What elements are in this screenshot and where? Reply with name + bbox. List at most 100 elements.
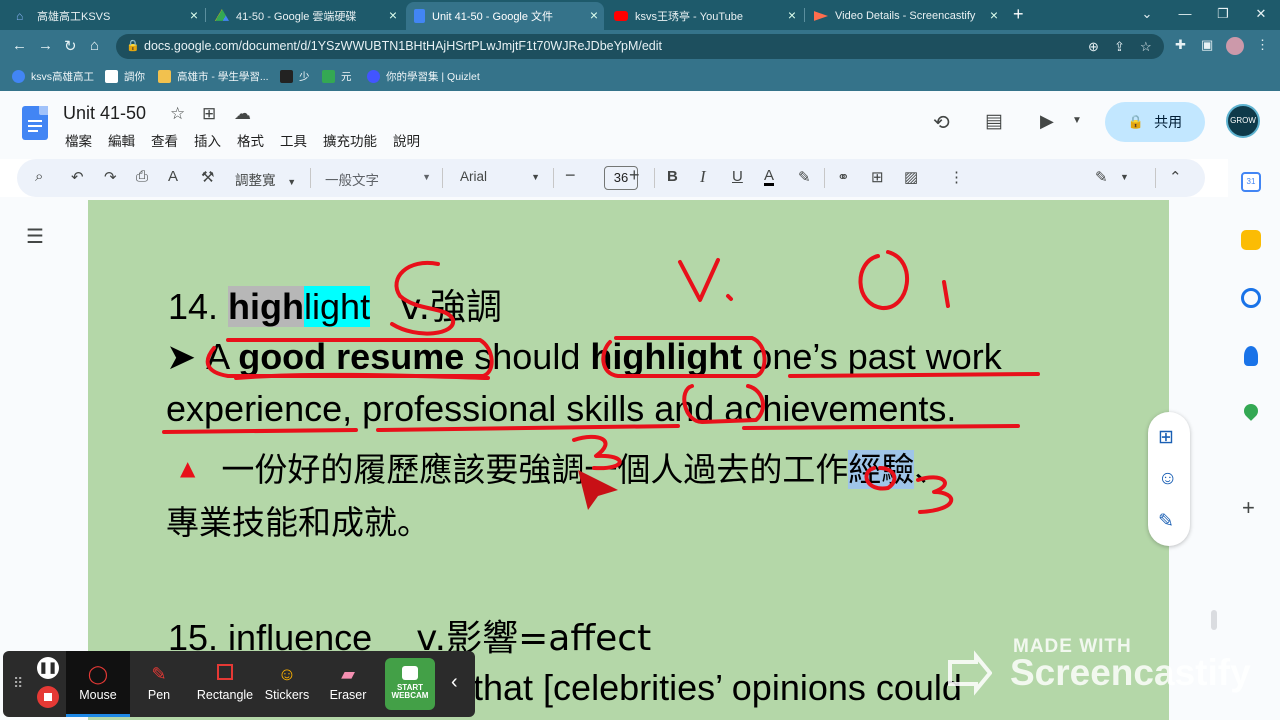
- bookmark-shao[interactable]: 少: [280, 69, 310, 84]
- outline-icon[interactable]: ☰: [26, 224, 44, 249]
- history-icon[interactable]: ⟲: [933, 110, 950, 135]
- menu-extensions[interactable]: 擴充功能: [323, 130, 377, 150]
- text-color-icon[interactable]: A: [764, 168, 775, 186]
- stickers-tool-button[interactable]: ☺ Stickers: [259, 651, 315, 717]
- zoom-select[interactable]: 調整寬 ▼: [235, 169, 296, 189]
- add-addon-icon[interactable]: +: [1242, 495, 1255, 521]
- editing-mode-icon[interactable]: ✎: [1095, 168, 1108, 186]
- add-comment-icon[interactable]: ⊞: [1158, 426, 1174, 449]
- start-webcam-button[interactable]: START WEBCAM: [385, 658, 435, 710]
- cursor-icon: ◯: [87, 664, 109, 684]
- tab-search-icon[interactable]: ⌄: [1128, 0, 1166, 30]
- menu-help[interactable]: 說明: [393, 130, 420, 150]
- move-folder-icon[interactable]: ⊞: [202, 104, 216, 124]
- link-icon[interactable]: ⚭: [837, 168, 850, 186]
- tasks-icon[interactable]: [1241, 288, 1261, 308]
- docs-logo-icon[interactable]: [22, 106, 48, 140]
- tab-youtube[interactable]: ksvs王琇亭 - YouTube ×: [606, 2, 802, 30]
- tab-drive[interactable]: 41-50 - Google 雲端硬碟 ×: [207, 2, 403, 30]
- mouse-tool-button[interactable]: ◯ Mouse: [66, 651, 130, 717]
- underline-icon[interactable]: U: [732, 168, 743, 185]
- close-icon[interactable]: ×: [190, 7, 198, 23]
- close-icon[interactable]: ×: [389, 7, 397, 23]
- suggest-edits-icon[interactable]: ✎: [1158, 510, 1174, 533]
- drag-handle-icon[interactable]: ⠿: [13, 675, 23, 692]
- extensions-icon[interactable]: ✚: [1175, 37, 1186, 53]
- close-icon[interactable]: ×: [788, 7, 796, 23]
- new-tab-button[interactable]: +: [1013, 4, 1024, 25]
- document-title[interactable]: Unit 41-50: [63, 103, 146, 124]
- star-icon[interactable]: ☆: [170, 104, 185, 124]
- bookmark-tiao-ni[interactable]: 調你: [105, 69, 145, 84]
- maps-icon[interactable]: [1241, 401, 1261, 421]
- chevron-down-icon[interactable]: ▼: [1120, 172, 1129, 182]
- zoom-icon[interactable]: ⊕: [1088, 34, 1099, 59]
- bold-icon[interactable]: B: [667, 168, 678, 185]
- chevron-down-icon[interactable]: ▼: [1072, 115, 1082, 126]
- back-icon[interactable]: ←: [12, 37, 27, 54]
- decrease-font-size-button[interactable]: −: [565, 165, 576, 186]
- bookmark-yuan[interactable]: 元: [322, 69, 352, 84]
- forward-icon[interactable]: →: [38, 37, 53, 54]
- sidepanel-icon[interactable]: ▣: [1201, 37, 1213, 53]
- pause-icon[interactable]: ❚❚: [37, 657, 59, 679]
- share-button[interactable]: 🔒 共用: [1105, 102, 1205, 142]
- url-bar[interactable]: 🔒 docs.google.com/document/d/1YSzWWUBTN1…: [116, 34, 1164, 59]
- profile-icon[interactable]: [1226, 37, 1244, 55]
- tab-docs[interactable]: Unit 41-50 - Google 文件 ×: [406, 2, 604, 30]
- close-window-button[interactable]: ✕: [1242, 0, 1280, 30]
- stop-button[interactable]: [37, 686, 59, 708]
- comments-icon[interactable]: ▤: [985, 110, 1003, 133]
- close-icon[interactable]: ×: [590, 7, 598, 23]
- collapse-chevron-icon[interactable]: ‹: [451, 671, 458, 694]
- bookmark-quizlet[interactable]: 你的學習集 | Quizlet: [367, 69, 480, 84]
- rectangle-tool-button[interactable]: Rectangle: [191, 651, 259, 717]
- menu-edit[interactable]: 編輯: [108, 130, 135, 150]
- eraser-tool-button[interactable]: ▰ Eraser: [319, 651, 377, 717]
- bookmark-kaohsiung[interactable]: 高雄市 - 學生學習...: [158, 69, 269, 84]
- restore-button[interactable]: ❐: [1204, 0, 1242, 30]
- keep-icon[interactable]: [1241, 230, 1261, 250]
- scrollbar-thumb[interactable]: [1211, 610, 1217, 630]
- add-emoji-reaction-icon[interactable]: ☺: [1158, 468, 1177, 490]
- menu-view[interactable]: 查看: [151, 130, 178, 150]
- document-page[interactable]: 14. highlight v.強調 ➤ A good resume should …: [88, 200, 1169, 720]
- share-icon[interactable]: ⇪: [1114, 34, 1125, 59]
- more-icon[interactable]: ⋮: [1256, 37, 1269, 53]
- contacts-icon[interactable]: [1244, 346, 1258, 366]
- underline-professional-skills: [376, 424, 680, 432]
- reload-icon[interactable]: ↻: [64, 37, 77, 55]
- style-select[interactable]: 一般文字 ▼: [325, 169, 431, 189]
- highlight-color-icon[interactable]: ✎: [798, 168, 811, 186]
- search-menus-icon[interactable]: ⌕: [35, 168, 43, 185]
- tab-screencastify[interactable]: Video Details - Screencastify ×: [806, 2, 1004, 30]
- minimize-button[interactable]: —: [1166, 0, 1204, 30]
- insert-image-icon[interactable]: ▨: [904, 168, 918, 186]
- add-comment-icon[interactable]: ⊞: [871, 168, 884, 186]
- paint-format-icon[interactable]: ⚒: [201, 168, 214, 186]
- menu-insert[interactable]: 插入: [194, 130, 221, 150]
- annotation-one: [942, 280, 950, 308]
- undo-icon[interactable]: ↶: [71, 168, 84, 186]
- calendar-icon[interactable]: 31: [1241, 172, 1261, 192]
- bookmark-ksvs[interactable]: ksvs高雄高工: [12, 69, 94, 84]
- meet-icon[interactable]: ▶: [1040, 111, 1054, 132]
- collapse-menus-icon[interactable]: ⌃: [1169, 168, 1182, 186]
- pen-tool-button[interactable]: ✎ Pen: [131, 651, 187, 717]
- avatar[interactable]: GROW: [1226, 104, 1260, 138]
- tab-ksvs[interactable]: ⌂ 高雄高工KSVS ×: [8, 2, 204, 30]
- close-icon[interactable]: ×: [990, 7, 998, 23]
- menu-tools[interactable]: 工具: [280, 130, 307, 150]
- menu-format[interactable]: 格式: [237, 130, 264, 150]
- home-icon[interactable]: ⌂: [90, 37, 99, 54]
- spellcheck-icon[interactable]: A: [168, 168, 178, 185]
- menu-file[interactable]: 檔案: [65, 130, 92, 150]
- bookmark-star-icon[interactable]: ☆: [1140, 34, 1152, 59]
- redo-icon[interactable]: ↷: [104, 168, 117, 186]
- more-options-icon[interactable]: ⋮: [949, 168, 964, 186]
- italic-icon[interactable]: I: [700, 167, 706, 187]
- lock-icon: 🔒: [1127, 114, 1145, 129]
- increase-font-size-button[interactable]: +: [629, 165, 640, 186]
- font-select[interactable]: Arial ▼: [460, 169, 540, 184]
- print-icon[interactable]: ⎙: [136, 168, 148, 185]
